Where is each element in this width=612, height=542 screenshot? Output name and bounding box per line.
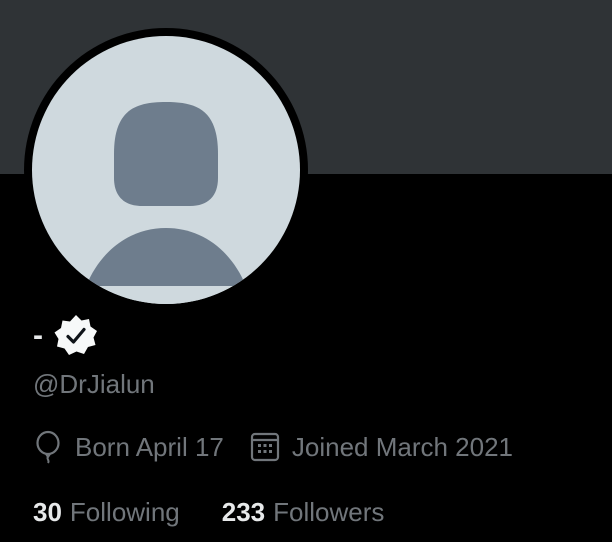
follow-stats: 30 Following 233 Followers [33,494,384,530]
followers-label: Followers [273,496,385,527]
avatar[interactable] [32,36,300,304]
default-avatar-silhouette [32,102,300,304]
following-count: 30 [33,496,62,527]
followers-count: 233 [221,496,266,527]
joined-item: Joined March 2021 [250,431,513,463]
profile-meta: Born April 17 Joined March 2021 [33,428,513,466]
display-name: - [33,319,43,352]
verified-badge-icon[interactable] [53,313,99,359]
avatar-border [24,28,308,312]
joined-text: Joined March 2021 [291,431,514,462]
handle: @DrJialun [33,369,155,399]
balloon-icon [33,430,63,464]
birthday-item: Born April 17 [33,430,224,464]
following-label: Following [69,496,180,527]
following-link[interactable]: 30 Following [33,497,180,528]
birthday-text: Born April 17 [75,431,224,462]
followers-link[interactable]: 233 Followers [222,497,385,528]
calendar-icon [250,431,280,463]
name-row: - [33,313,99,359]
